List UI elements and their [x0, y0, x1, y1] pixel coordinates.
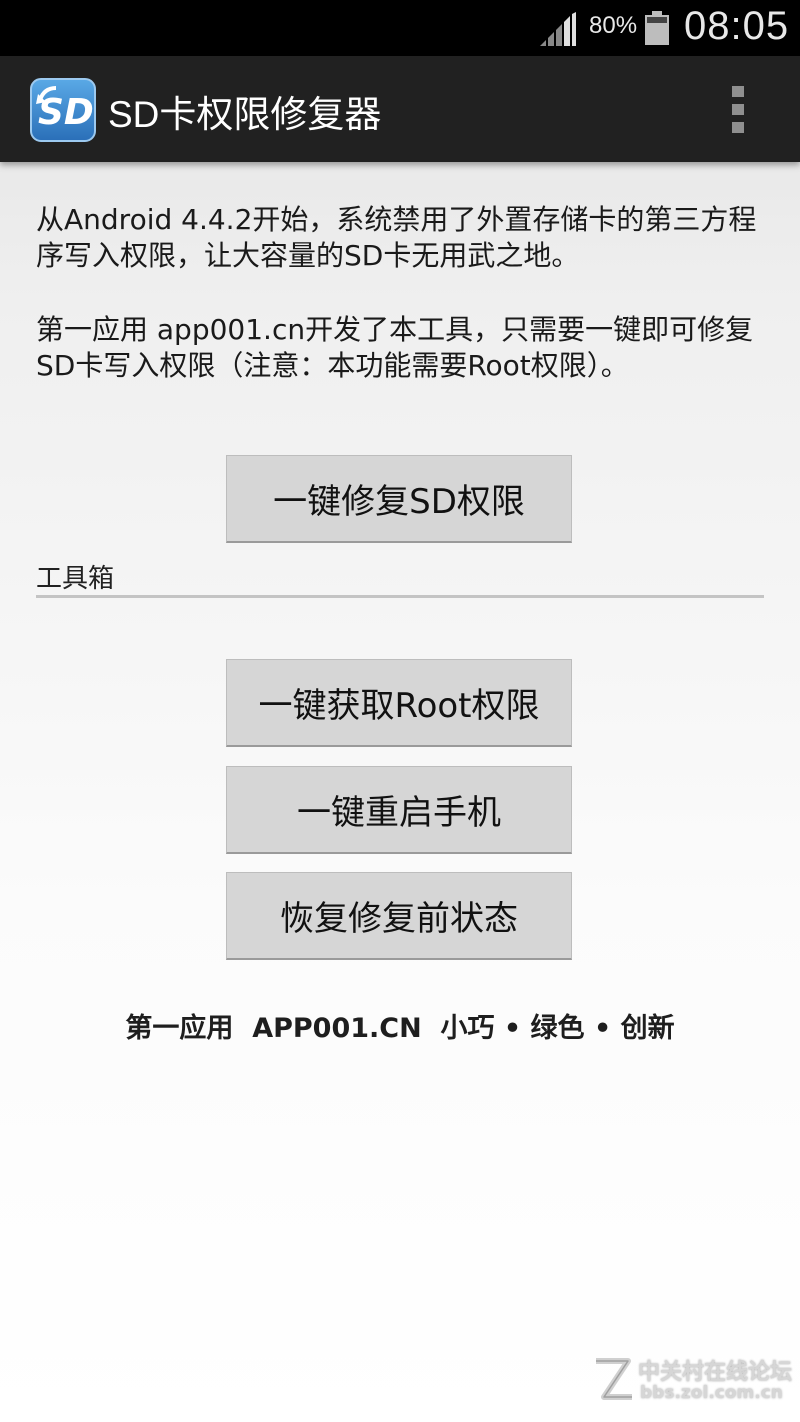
get-root-button[interactable]: 一键获取Root权限	[226, 659, 572, 747]
restore-state-button[interactable]: 恢复修复前状态	[226, 872, 572, 960]
more-vert-icon[interactable]	[730, 86, 746, 134]
intro-paragraph-1: 从Android 4.4.2开始，系统禁用了外置存储卡的第三方程序写入权限，让大…	[36, 203, 757, 272]
sd-card-logo-icon: SD	[30, 78, 96, 142]
cell-signal-icon	[540, 12, 576, 46]
watermark-url: bbs.zol.com.cn	[640, 1383, 783, 1403]
toolbox-divider	[36, 595, 764, 598]
battery-percent: 80%	[589, 12, 638, 39]
status-bar: 80% 08:05	[0, 0, 800, 56]
svg-text:SD: SD	[38, 92, 94, 133]
fix-sd-permission-button[interactable]: 一键修复SD权限	[226, 455, 572, 543]
footer-slogan: 第一应用 APP001.CN 小巧 • 绿色 • 创新	[125, 1013, 675, 1044]
clock: 08:05	[684, 4, 790, 48]
watermark-title: 中关村在线论坛	[638, 1360, 793, 1385]
app-title: SD卡权限修复器	[108, 94, 382, 135]
battery-icon	[645, 11, 669, 45]
toolbox-label: 工具箱	[36, 564, 115, 594]
zol-watermark-logo	[596, 1358, 632, 1400]
reboot-phone-button[interactable]: 一键重启手机	[226, 766, 572, 854]
intro-paragraph-2: 第一应用 app001.cn开发了本工具，只需要一键即可修复SD卡写入权限（注意…	[36, 313, 754, 382]
